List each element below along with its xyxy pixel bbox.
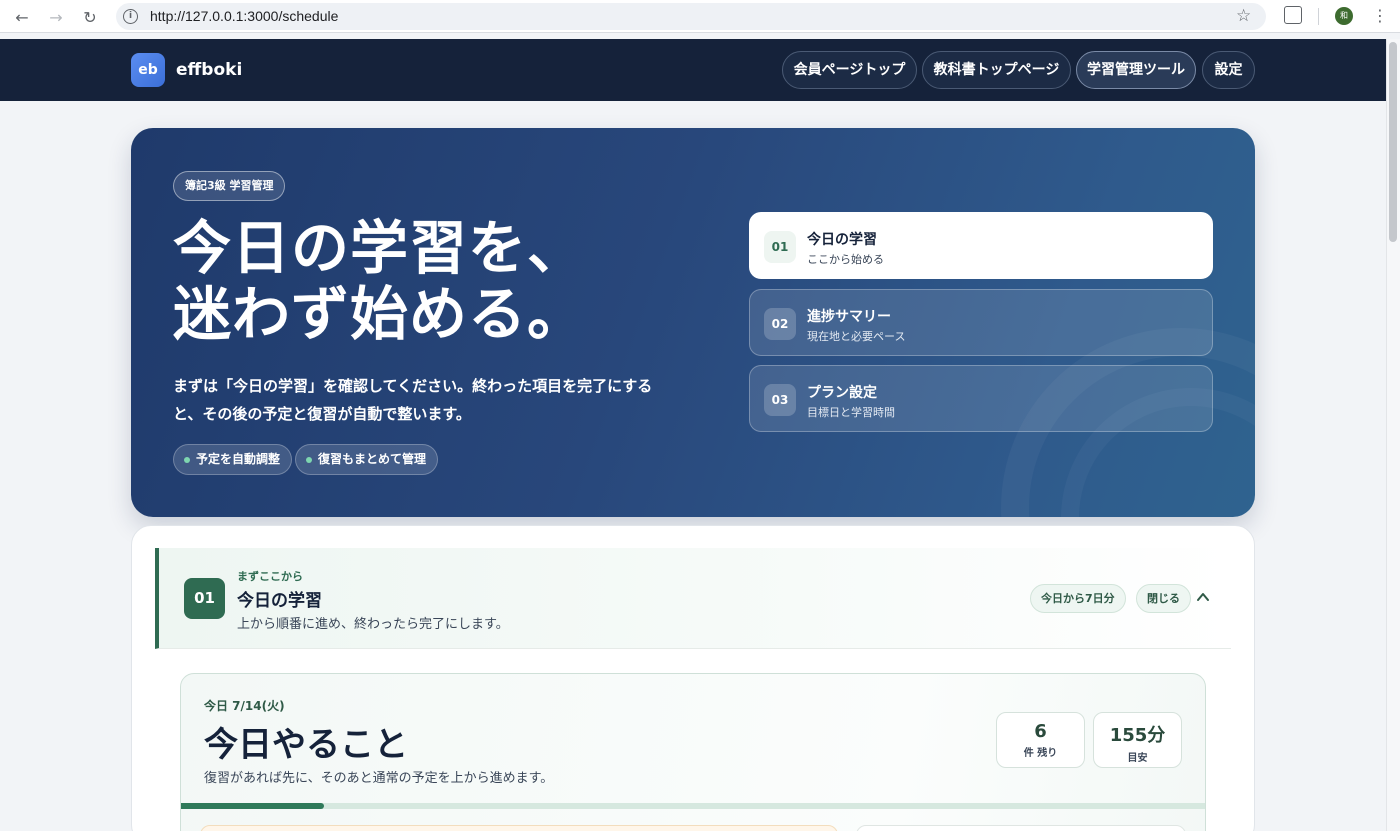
hero-chip-auto-adjust: 予定を自動調整: [173, 444, 293, 475]
back-arrow-icon[interactable]: ←: [10, 5, 34, 29]
today-date: 今日 7/14(火): [204, 699, 285, 713]
hero-tag: 簿記3級 学習管理: [173, 171, 286, 201]
hero-title: 今日の学習を、 迷わず始める。: [173, 215, 586, 347]
step-number: 01: [764, 231, 796, 263]
step-card-plan[interactable]: 03 プラン設定 目標日と学習時間: [749, 365, 1213, 432]
step-subtitle: ここから始める: [807, 253, 884, 266]
chip-dot-icon: [184, 457, 190, 463]
step-title: プラン設定: [807, 385, 877, 401]
url-text[interactable]: http://127.0.0.1:3000/schedule: [150, 8, 338, 24]
section-number-badge: 01: [184, 578, 225, 619]
range-badge: 今日から7日分: [1030, 584, 1126, 613]
close-button[interactable]: 閉じる: [1136, 584, 1191, 613]
chip-label: 予定を自動調整: [196, 452, 281, 466]
scrollbar-thumb[interactable]: [1389, 42, 1397, 242]
nav-member-top[interactable]: 会員ページトップ: [782, 51, 917, 89]
progress-bar: [181, 803, 1205, 809]
section-eyebrow: まずここから: [237, 570, 303, 583]
hero-chip-review: 復習もまとめて管理: [295, 444, 439, 475]
reload-icon[interactable]: ↻: [78, 5, 102, 29]
stat-label: 件 残り: [1023, 748, 1058, 759]
hero-title-line2: 迷わず始める。: [173, 280, 587, 348]
profile-avatar[interactable]: 和: [1335, 7, 1353, 25]
logo-badge[interactable]: eb: [131, 53, 165, 87]
today-description: 復習があれば先に、そのあと通常の予定を上から進めます。: [204, 771, 554, 786]
section-description: 上から順番に進め、終わったら完了にします。: [237, 617, 509, 632]
step-title: 今日の学習: [807, 232, 877, 248]
brand-name[interactable]: effboki: [176, 60, 242, 80]
site-info-icon[interactable]: i: [123, 9, 138, 24]
nav-textbook-top[interactable]: 教科書トップページ: [922, 51, 1071, 89]
step-subtitle: 目標日と学習時間: [807, 406, 895, 419]
step-number: 02: [764, 308, 796, 340]
section-title: 今日の学習: [237, 591, 322, 611]
stat-value: 155分: [1109, 725, 1166, 746]
browser-menu-icon[interactable]: ⋮: [1372, 5, 1388, 27]
nav-settings[interactable]: 設定: [1202, 51, 1255, 89]
step-card-progress[interactable]: 02 進捗サマリー 現在地と必要ペース: [749, 289, 1213, 356]
chip-dot-icon: [306, 457, 312, 463]
forward-arrow-icon[interactable]: →: [44, 5, 68, 29]
chevron-up-icon[interactable]: [1196, 590, 1210, 604]
chip-label: 復習もまとめて管理: [318, 452, 427, 466]
step-title: 進捗サマリー: [807, 309, 891, 325]
hero-title-line1: 今日の学習を、: [173, 214, 587, 282]
stat-remaining: 6 件 残り: [996, 712, 1085, 768]
extensions-puzzle-icon[interactable]: [1284, 6, 1302, 24]
review-task-card[interactable]: [200, 825, 838, 831]
side-task-card[interactable]: [856, 825, 1186, 831]
hero-description: まずは「今日の学習」を確認してください。終わった項目を完了にすると、その後の予定…: [173, 377, 653, 423]
step-number: 03: [764, 384, 796, 416]
bookmark-star-icon[interactable]: ☆: [1236, 6, 1251, 26]
progress-fill: [181, 803, 325, 809]
step-subtitle: 現在地と必要ペース: [807, 330, 906, 343]
step-card-today[interactable]: 01 今日の学習 ここから始める: [749, 212, 1213, 279]
stat-label: 目安: [1127, 753, 1148, 764]
nav-study-tool[interactable]: 学習管理ツール: [1076, 51, 1196, 89]
toolbar-divider: [1318, 8, 1319, 25]
stat-value: 6: [1034, 721, 1047, 742]
today-title: 今日やること: [204, 725, 408, 765]
stat-estimate: 155分 目安: [1093, 712, 1182, 768]
